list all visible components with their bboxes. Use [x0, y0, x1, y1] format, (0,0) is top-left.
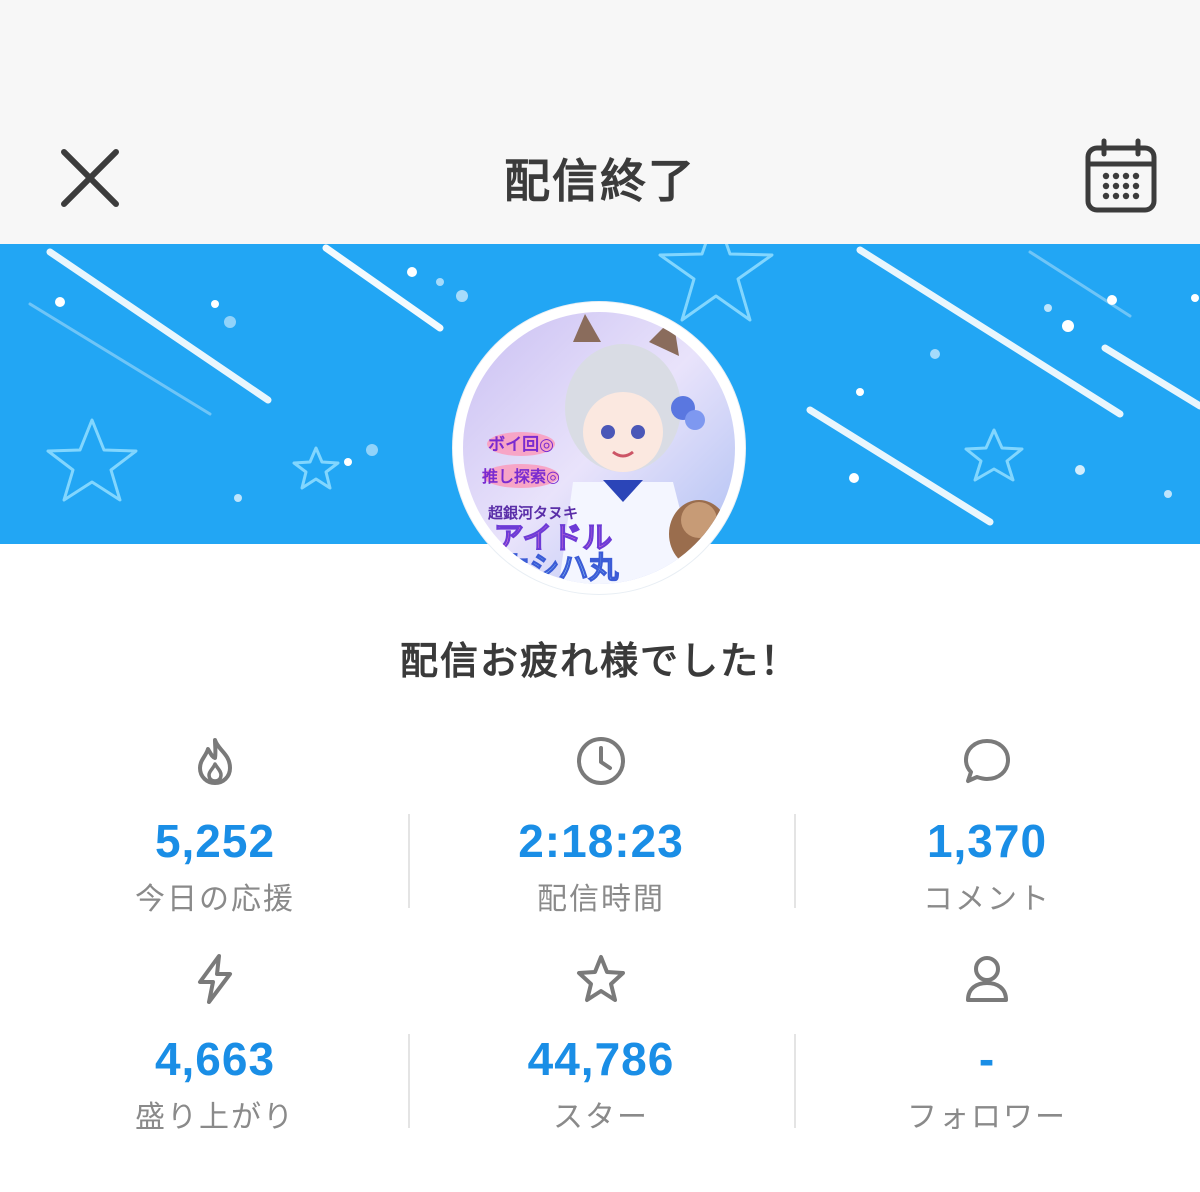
stat-excitement: 4,663 盛り上がり — [22, 952, 408, 1136]
stat-duration-value: 2:18:23 — [518, 815, 684, 867]
stat-followers-label: フォロワー — [907, 1100, 1067, 1135]
comment-icon — [964, 739, 1010, 783]
stat-support-label: 今日の応援 — [135, 882, 295, 917]
avatar-text-2: 推し探索◎ — [482, 467, 560, 486]
stat-duration-label: 配信時間 — [537, 882, 665, 917]
avatar-text-1: ボイ回◎ — [488, 435, 554, 455]
thanks-message: 配信お疲れ様でした！ — [399, 639, 800, 683]
stat-excitement-label: 盛り上がり — [135, 1100, 295, 1135]
stat-stars-value: 44,786 — [527, 1033, 675, 1085]
header-bar: 配信終了 — [0, 0, 1200, 244]
stat-comments-label: コメント — [923, 882, 1051, 917]
stat-stars-label: スター — [553, 1100, 649, 1135]
stat-comments-value: 1,370 — [926, 815, 1048, 867]
stat-comments: 1,370 コメント — [794, 734, 1180, 918]
user-icon — [966, 956, 1008, 1002]
stat-followers-value: - — [978, 1033, 996, 1085]
stat-excitement-value: 4,663 — [154, 1033, 276, 1085]
flame-icon — [198, 738, 232, 785]
avatar[interactable]: ボイ回◎ 推し探索◎ 超銀河タヌキ アイドル ホシハ丸 — [453, 302, 745, 594]
stat-support-value: 5,252 — [154, 815, 276, 867]
stat-followers: - フォロワー — [794, 952, 1180, 1136]
avatar-text-5: ホシハ丸 — [499, 551, 618, 584]
stat-duration: 2:18:23 配信時間 — [408, 734, 794, 918]
stat-support: 5,252 今日の応援 — [22, 734, 408, 918]
clock-icon — [577, 737, 625, 785]
lightning-icon — [198, 954, 232, 1004]
star-icon — [577, 955, 625, 1002]
stat-stars: 44,786 スター — [408, 952, 794, 1136]
calendar-icon[interactable] — [1082, 138, 1160, 216]
page-title: 配信終了 — [504, 154, 696, 208]
avatar-text-3: 超銀河タヌキ — [487, 504, 578, 522]
avatar-image: ボイ回◎ 推し探索◎ 超銀河タヌキ アイドル ホシハ丸 — [463, 312, 735, 584]
